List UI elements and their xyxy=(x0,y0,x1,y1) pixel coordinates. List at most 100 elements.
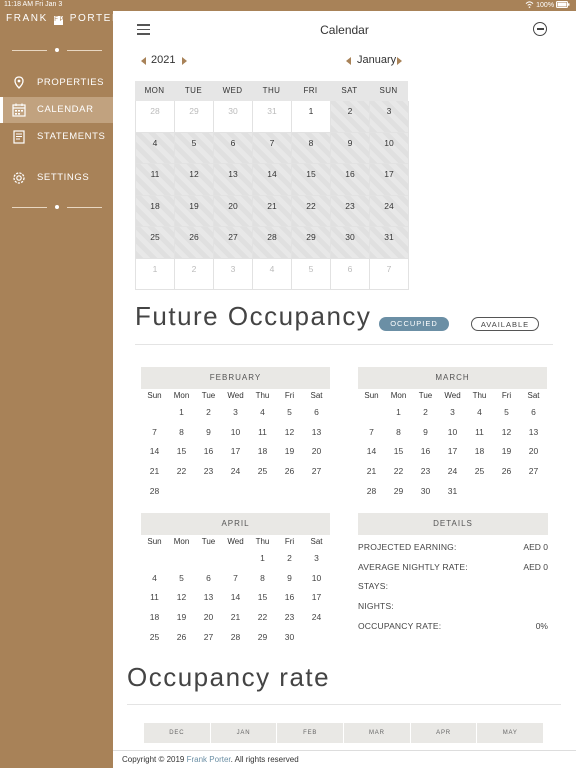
mini-calendar-day[interactable]: 28 xyxy=(358,482,385,502)
mini-calendar-day[interactable]: 10 xyxy=(303,569,330,589)
footer-link[interactable]: Frank Porter xyxy=(187,755,231,764)
mini-calendar-day[interactable]: 5 xyxy=(276,403,303,423)
calendar-day[interactable]: 24 xyxy=(370,195,409,227)
mini-calendar-day[interactable]: 6 xyxy=(195,569,222,589)
calendar-day[interactable]: 28 xyxy=(253,227,292,259)
mini-calendar-day[interactable]: 27 xyxy=(520,462,547,482)
calendar-day[interactable]: 21 xyxy=(253,195,292,227)
next-year-button[interactable] xyxy=(182,57,187,65)
mini-calendar-day[interactable]: 10 xyxy=(222,423,249,443)
mini-calendar-day[interactable]: 8 xyxy=(385,423,412,443)
mini-calendar-day[interactable]: 7 xyxy=(358,423,385,443)
mini-calendar-day[interactable]: 11 xyxy=(249,423,276,443)
mini-calendar-day[interactable]: 13 xyxy=(520,423,547,443)
mini-calendar-day[interactable]: 22 xyxy=(168,462,195,482)
mini-calendar-day[interactable]: 22 xyxy=(249,608,276,628)
calendar-day[interactable]: 8 xyxy=(292,132,331,164)
mini-calendar-day[interactable]: 12 xyxy=(276,423,303,443)
mini-calendar-day[interactable]: 18 xyxy=(141,608,168,628)
mini-calendar-day[interactable]: 16 xyxy=(195,442,222,462)
mini-calendar-day[interactable]: 2 xyxy=(276,549,303,569)
mini-calendar-day[interactable]: 26 xyxy=(276,462,303,482)
calendar-day[interactable]: 23 xyxy=(331,195,370,227)
mini-calendar-day[interactable]: 5 xyxy=(168,569,195,589)
calendar-day[interactable]: 3 xyxy=(370,101,409,133)
mini-calendar-day[interactable]: 20 xyxy=(303,442,330,462)
mini-calendar-day[interactable]: 16 xyxy=(276,588,303,608)
calendar-day[interactable]: 10 xyxy=(370,132,409,164)
mini-calendar-day[interactable]: 17 xyxy=(303,588,330,608)
mini-calendar-day[interactable]: 12 xyxy=(168,588,195,608)
mini-calendar-day[interactable]: 30 xyxy=(276,628,303,648)
calendar-day[interactable]: 20 xyxy=(214,195,253,227)
mini-calendar-day[interactable]: 19 xyxy=(493,442,520,462)
mini-calendar-day[interactable]: 4 xyxy=(466,403,493,423)
sidebar-item-properties[interactable]: PROPERTIES xyxy=(0,70,113,96)
mini-calendar-day[interactable]: 21 xyxy=(358,462,385,482)
mini-calendar-day[interactable]: 11 xyxy=(466,423,493,443)
mini-calendar-day[interactable]: 27 xyxy=(195,628,222,648)
calendar-day[interactable]: 13 xyxy=(214,164,253,196)
mini-calendar-day[interactable]: 3 xyxy=(439,403,466,423)
mini-calendar-day[interactable]: 4 xyxy=(249,403,276,423)
next-month-button[interactable] xyxy=(397,57,402,65)
calendar-day[interactable]: 25 xyxy=(136,227,175,259)
mini-calendar-day[interactable]: 14 xyxy=(222,588,249,608)
mini-calendar-day[interactable]: 5 xyxy=(493,403,520,423)
mini-calendar-day[interactable]: 25 xyxy=(466,462,493,482)
brand-logo[interactable]: FRANK FP PORTER xyxy=(6,13,121,25)
sidebar-item-statements[interactable]: STATEMENTS xyxy=(0,124,113,150)
mini-calendar-day[interactable]: 6 xyxy=(303,403,330,423)
calendar-day[interactable]: 26 xyxy=(175,227,214,259)
calendar-day[interactable]: 7 xyxy=(253,132,292,164)
calendar-day[interactable]: 22 xyxy=(292,195,331,227)
calendar-day[interactable]: 27 xyxy=(214,227,253,259)
mini-calendar-day[interactable]: 18 xyxy=(249,442,276,462)
mini-calendar-day[interactable]: 3 xyxy=(222,403,249,423)
calendar-day[interactable]: 14 xyxy=(253,164,292,196)
calendar-day[interactable]: 9 xyxy=(331,132,370,164)
mini-calendar-day[interactable]: 15 xyxy=(168,442,195,462)
calendar-day[interactable]: 2 xyxy=(331,101,370,133)
mini-calendar-day[interactable]: 24 xyxy=(303,608,330,628)
mini-calendar-day[interactable]: 28 xyxy=(141,482,168,502)
mini-calendar-day[interactable]: 21 xyxy=(222,608,249,628)
mini-calendar-day[interactable]: 9 xyxy=(276,569,303,589)
mini-calendar-day[interactable]: 24 xyxy=(439,462,466,482)
mini-calendar-day[interactable]: 3 xyxy=(303,549,330,569)
mini-calendar-day[interactable]: 22 xyxy=(385,462,412,482)
mini-calendar-day[interactable]: 23 xyxy=(276,608,303,628)
calendar-day[interactable]: 30 xyxy=(331,227,370,259)
mini-calendar-day[interactable]: 2 xyxy=(195,403,222,423)
mini-calendar-day[interactable]: 8 xyxy=(249,569,276,589)
mini-calendar-day[interactable]: 25 xyxy=(249,462,276,482)
mini-calendar-day[interactable]: 19 xyxy=(276,442,303,462)
mini-calendar-day[interactable]: 1 xyxy=(249,549,276,569)
calendar-day[interactable]: 15 xyxy=(292,164,331,196)
mini-calendar-day[interactable]: 7 xyxy=(222,569,249,589)
mini-calendar-day[interactable]: 23 xyxy=(195,462,222,482)
mini-calendar-day[interactable]: 1 xyxy=(385,403,412,423)
mini-calendar-day[interactable]: 14 xyxy=(141,442,168,462)
calendar-day[interactable]: 16 xyxy=(331,164,370,196)
calendar-day[interactable]: 1 xyxy=(292,101,331,133)
mini-calendar-day[interactable]: 1 xyxy=(168,403,195,423)
mini-calendar-day[interactable]: 29 xyxy=(249,628,276,648)
mini-calendar-day[interactable]: 21 xyxy=(141,462,168,482)
calendar-day[interactable]: 11 xyxy=(136,164,175,196)
mini-calendar-day[interactable]: 20 xyxy=(195,608,222,628)
mini-calendar-day[interactable]: 6 xyxy=(520,403,547,423)
mini-calendar-day[interactable]: 10 xyxy=(439,423,466,443)
calendar-day[interactable]: 5 xyxy=(175,132,214,164)
mini-calendar-day[interactable]: 18 xyxy=(466,442,493,462)
mini-calendar-day[interactable]: 14 xyxy=(358,442,385,462)
mini-calendar-day[interactable]: 17 xyxy=(222,442,249,462)
mini-calendar-day[interactable]: 8 xyxy=(168,423,195,443)
logout-icon[interactable] xyxy=(533,22,547,36)
prev-month-button[interactable] xyxy=(346,57,351,65)
mini-calendar-day[interactable]: 31 xyxy=(439,482,466,502)
mini-calendar-day[interactable]: 23 xyxy=(412,462,439,482)
calendar-day[interactable]: 12 xyxy=(175,164,214,196)
mini-calendar-day[interactable]: 26 xyxy=(493,462,520,482)
mini-calendar-day[interactable]: 30 xyxy=(412,482,439,502)
